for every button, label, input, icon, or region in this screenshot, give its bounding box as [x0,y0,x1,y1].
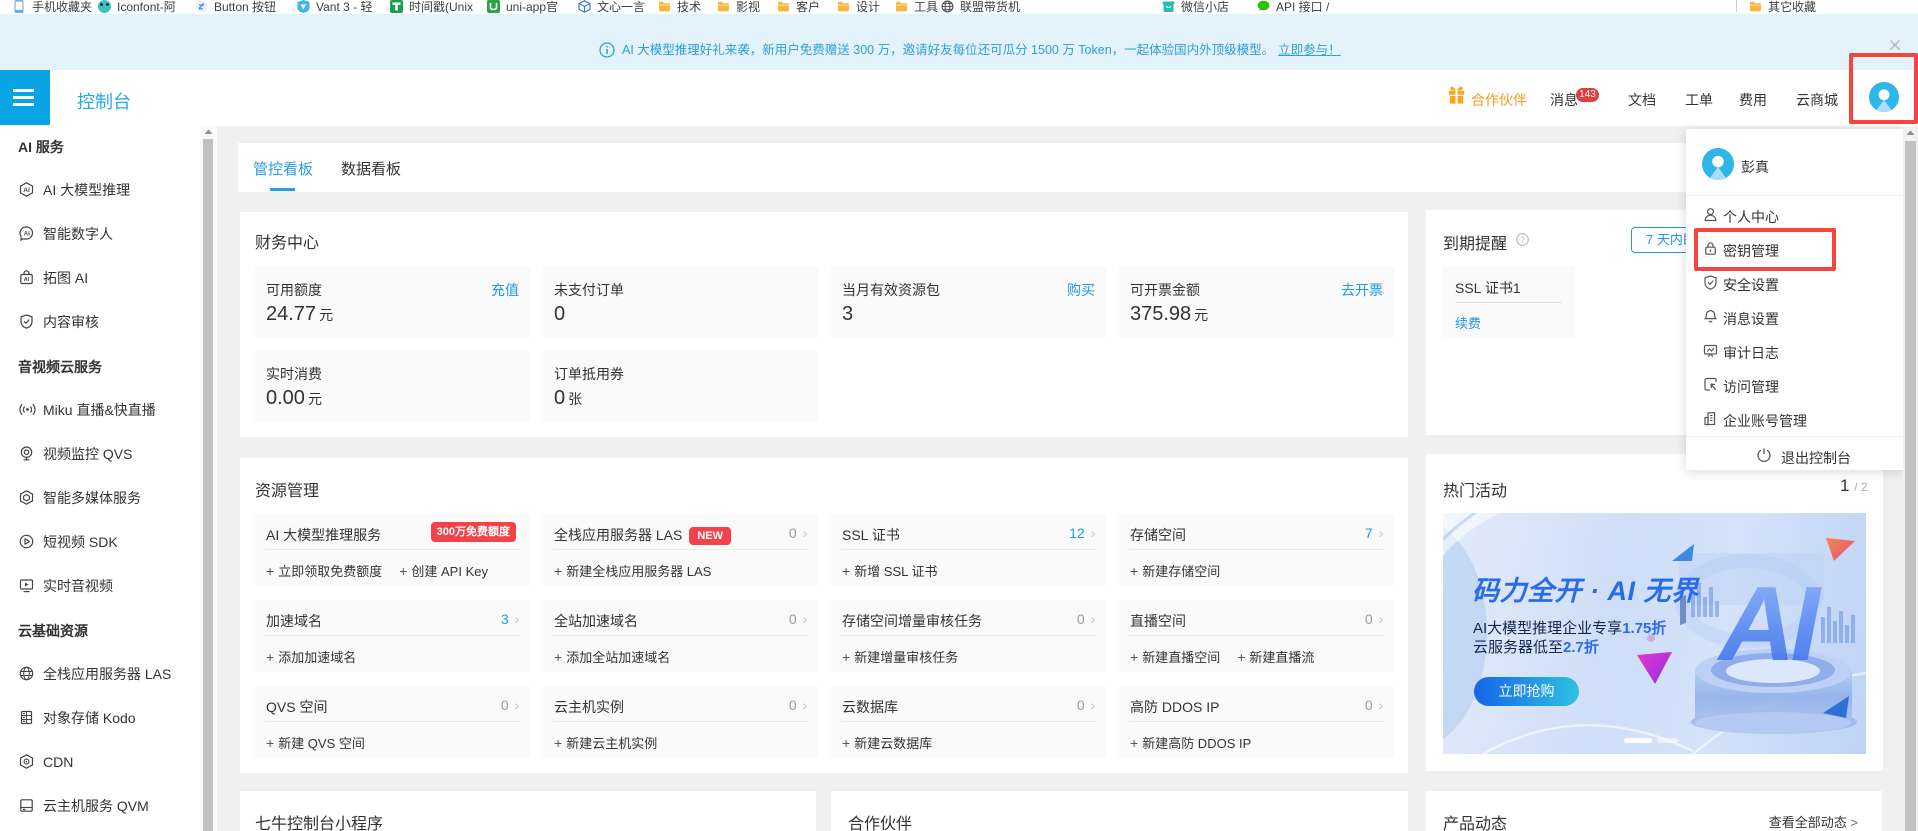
svg-text:AI: AI [23,187,30,194]
svg-text:AI: AI [24,232,30,238]
svg-text:?: ? [1520,235,1525,244]
svg-text:AI: AI [1716,565,1823,683]
svg-text:AI: AI [24,277,30,283]
